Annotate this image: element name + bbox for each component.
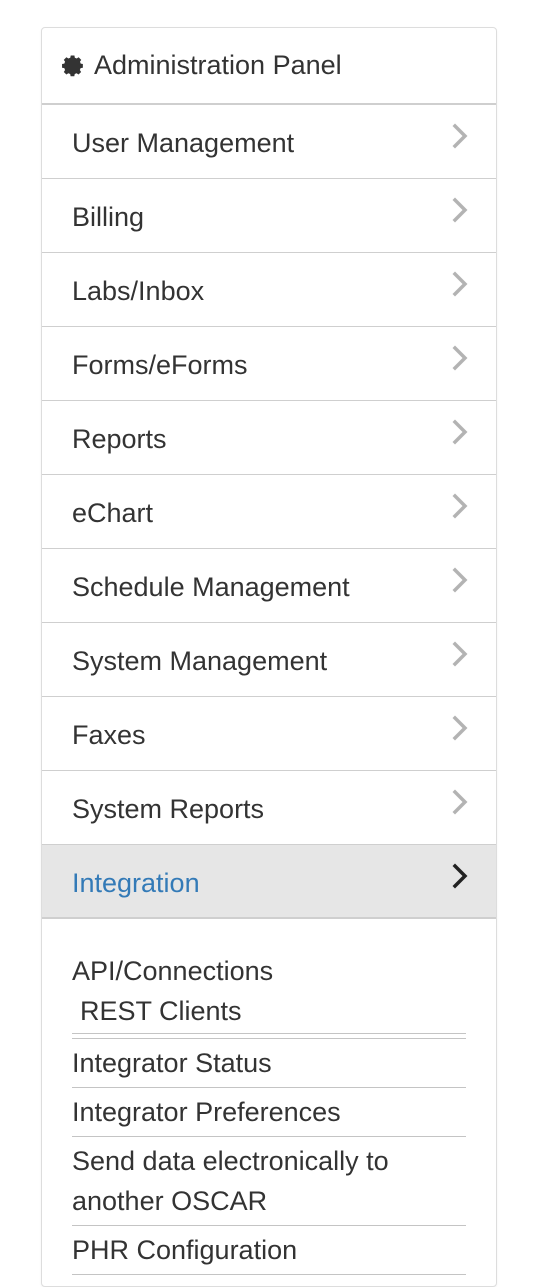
chevron-right-icon	[452, 419, 468, 445]
menu-item-label: Forms/eForms	[72, 350, 248, 380]
gear-icon	[60, 53, 86, 79]
submenu-item-rest-clients[interactable]: REST Clients	[72, 991, 466, 1034]
menu-item-system-reports[interactable]: System Reports	[42, 771, 496, 845]
submenu-item-integrator-status[interactable]: Integrator Status	[72, 1039, 466, 1088]
menu-item-system-management[interactable]: System Management	[42, 623, 496, 697]
menu-item-labs-inbox[interactable]: Labs/Inbox	[42, 253, 496, 327]
admin-panel: Administration Panel User Management Bill…	[41, 27, 497, 1287]
submenu-item-send-data[interactable]: Send data electronically to another OSCA…	[72, 1137, 466, 1226]
menu-item-label: User Management	[72, 128, 295, 158]
menu-item-forms-eforms[interactable]: Forms/eForms	[42, 327, 496, 401]
chevron-right-icon	[452, 197, 468, 223]
integration-submenu: API/Connections REST Clients Integrator …	[42, 919, 496, 1275]
panel-title: Administration Panel	[94, 50, 342, 80]
chevron-right-icon	[452, 493, 468, 519]
menu-item-schedule-management[interactable]: Schedule Management	[42, 549, 496, 623]
menu-item-integration[interactable]: Integration	[42, 845, 496, 919]
chevron-right-icon	[452, 641, 468, 667]
menu-list: User Management Billing Labs/Inbox Forms/eF…	[42, 105, 496, 919]
menu-item-label: eChart	[72, 498, 154, 528]
menu-item-label: Billing	[72, 202, 145, 232]
menu-item-reports[interactable]: Reports	[42, 401, 496, 475]
chevron-right-icon	[452, 345, 468, 371]
menu-item-faxes[interactable]: Faxes	[42, 697, 496, 771]
menu-item-label: Reports	[72, 424, 167, 454]
chevron-right-icon	[452, 567, 468, 593]
menu-item-billing[interactable]: Billing	[42, 179, 496, 253]
menu-item-label: System Management	[72, 646, 328, 676]
menu-item-echart[interactable]: eChart	[42, 475, 496, 549]
submenu-item-integrator-preferences[interactable]: Integrator Preferences	[72, 1088, 466, 1137]
chevron-right-icon	[452, 271, 468, 297]
menu-item-label: System Reports	[72, 794, 265, 824]
submenu-item-phr-configuration[interactable]: PHR Configuration	[72, 1226, 466, 1275]
menu-item-label: Labs/Inbox	[72, 276, 205, 306]
chevron-right-icon	[452, 789, 468, 815]
chevron-right-icon	[452, 123, 468, 149]
menu-item-label: Schedule Management	[72, 572, 350, 602]
chevron-right-icon	[452, 863, 468, 889]
panel-heading: Administration Panel	[42, 28, 496, 105]
menu-item-user-management[interactable]: User Management	[42, 105, 496, 179]
menu-item-label: Faxes	[72, 720, 146, 750]
submenu-group-heading: API/Connections	[72, 956, 274, 986]
chevron-right-icon	[452, 715, 468, 741]
menu-item-label: Integration	[72, 867, 200, 898]
